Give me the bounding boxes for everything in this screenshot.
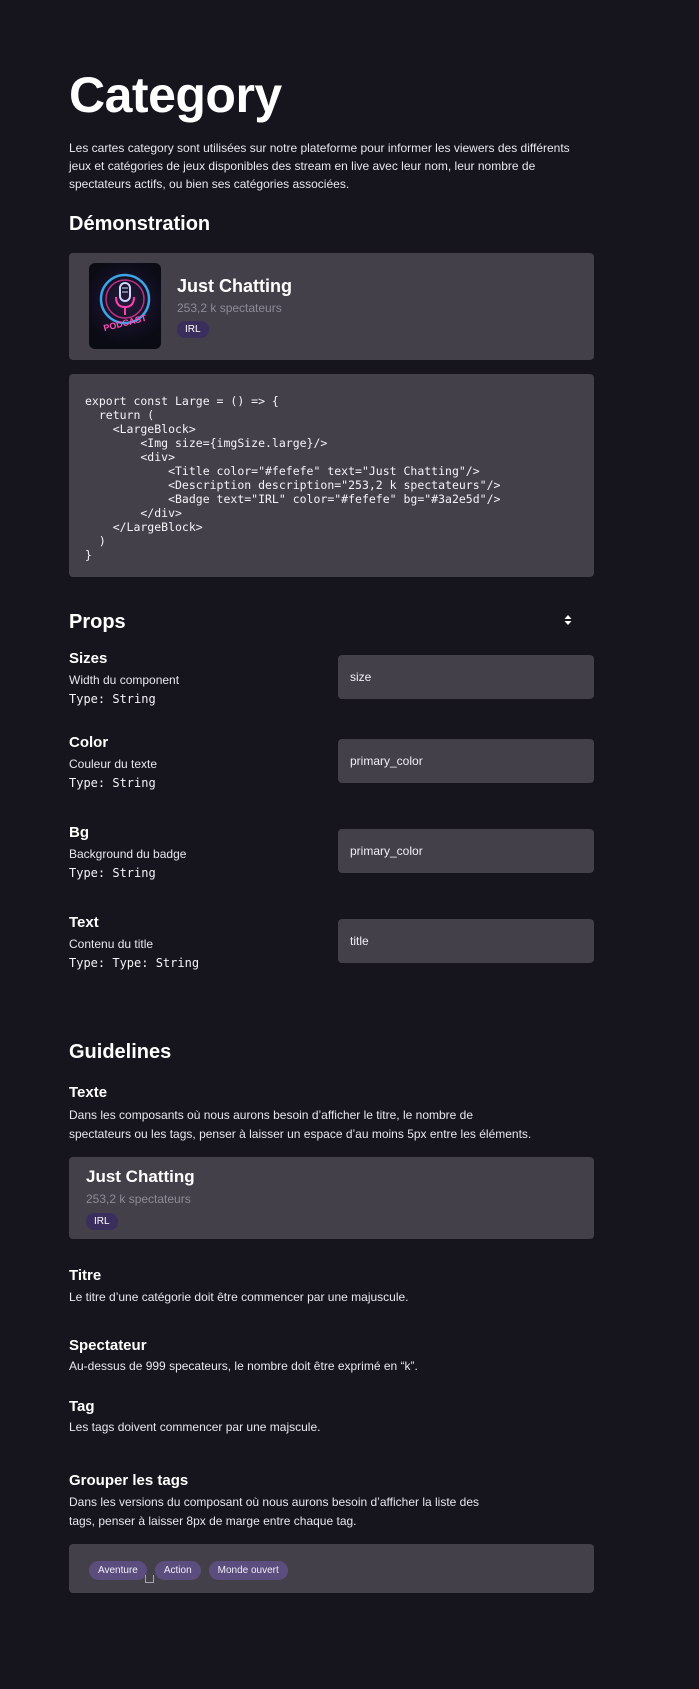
guidelines-heading: Guidelines	[69, 1041, 172, 1063]
guideline-grouper-title: Grouper les tags	[69, 1472, 189, 1489]
code-line: }	[85, 548, 92, 562]
demo-heading: Démonstration	[69, 213, 211, 235]
prop-description: Couleur du texte	[69, 757, 158, 771]
guideline-titre-text: Le titre d’une catégorie doit être comme…	[69, 1290, 409, 1304]
intro-text: Les cartes category sont utilisées sur n…	[69, 141, 570, 191]
guideline-card-badge: IRL	[86, 1213, 118, 1230]
prop-description: Width du component	[69, 673, 180, 687]
code-line: return (	[85, 408, 155, 422]
prop-name: Color	[69, 734, 109, 751]
guideline-titre-title: Titre	[69, 1267, 102, 1284]
prop-type: Type: String	[69, 866, 156, 880]
code-line: <div>	[85, 450, 176, 464]
prop-value-input[interactable]: size	[338, 655, 594, 699]
microphone-icon: PODCAST	[99, 273, 151, 333]
tag-chip: Action	[154, 1561, 201, 1580]
guideline-tag-title: Tag	[69, 1398, 95, 1415]
podcast-thumbnail: PODCAST	[89, 263, 161, 349]
guideline-texte-title: Texte	[69, 1084, 108, 1101]
tag-group-panel: Aventure Action Monde ouvert	[69, 1544, 594, 1593]
guideline-spectateur-text: Au-dessus de 999 specateurs, le nombre d…	[69, 1359, 418, 1373]
prop-description: Background du badge	[69, 847, 187, 861]
guideline-card-title: Just Chatting	[86, 1167, 195, 1186]
guideline-tag-text: Les tags doivent commencer par une majsc…	[69, 1420, 321, 1434]
prop-name: Sizes	[69, 650, 108, 667]
tag-row: Aventure Action Monde ouvert	[89, 1560, 296, 1580]
guideline-texte-line1: Dans les composants où nous aurons besoi…	[69, 1108, 474, 1122]
guideline-grouper-line1: Dans les versions du composant où nous a…	[69, 1495, 480, 1509]
guideline-grouper-line2: tags, penser à laisser 8px de marge entr…	[69, 1514, 357, 1528]
card-badge: IRL	[177, 321, 209, 338]
props-heading: Props	[69, 611, 126, 633]
prop-value-input[interactable]: primary_color	[338, 829, 594, 873]
guideline-card: Just Chatting 253,2 k spectateurs IRL	[69, 1157, 594, 1239]
card-title: Just Chatting	[177, 276, 292, 296]
code-block: export const Large = () => { return ( <L…	[69, 374, 594, 577]
code-line: <LargeBlock>	[85, 422, 196, 436]
code-line: </LargeBlock>	[85, 520, 203, 534]
tag-chip: Monde ouvert	[208, 1561, 288, 1580]
guideline-card-description: 253,2 k spectateurs	[86, 1192, 191, 1206]
prop-type: Type: String	[69, 692, 156, 706]
code-line: )	[85, 534, 106, 548]
code-line: <Badge text="IRL" color="#fefefe" bg="#3…	[85, 492, 501, 506]
guideline-texte-line2: spectateurs ou les tags, penser à laisse…	[69, 1127, 532, 1141]
prop-name: Text	[69, 914, 99, 931]
page-title: Category	[69, 67, 282, 123]
sort-icon[interactable]	[562, 612, 574, 628]
code-line: <Img size={imgSize.large}/>	[85, 436, 328, 450]
code-line: </div>	[85, 506, 182, 520]
code-line: export const Large = () => {	[85, 394, 279, 408]
demo-card: PODCAST Just Chatting 253,2 k spectateur…	[69, 253, 594, 360]
prop-type: Type: String	[69, 776, 156, 790]
prop-value-input[interactable]: title	[338, 919, 594, 963]
code-line: <Title color="#fefefe" text="Just Chatti…	[85, 464, 480, 478]
code-line: <Description description="253,2 k specta…	[85, 478, 501, 492]
prop-type: Type: Type: String	[69, 956, 200, 970]
tag-chip: Aventure	[89, 1561, 147, 1580]
guideline-spectateur-title: Spectateur	[69, 1337, 147, 1354]
code-snippet: export const Large = () => { return ( <L…	[85, 394, 500, 562]
spacing-marker	[145, 1575, 154, 1583]
prop-description: Contenu du title	[69, 937, 154, 951]
card-description: 253,2 k spectateurs	[177, 301, 282, 315]
prop-value-input[interactable]: primary_color	[338, 739, 594, 783]
prop-name: Bg	[69, 824, 89, 841]
